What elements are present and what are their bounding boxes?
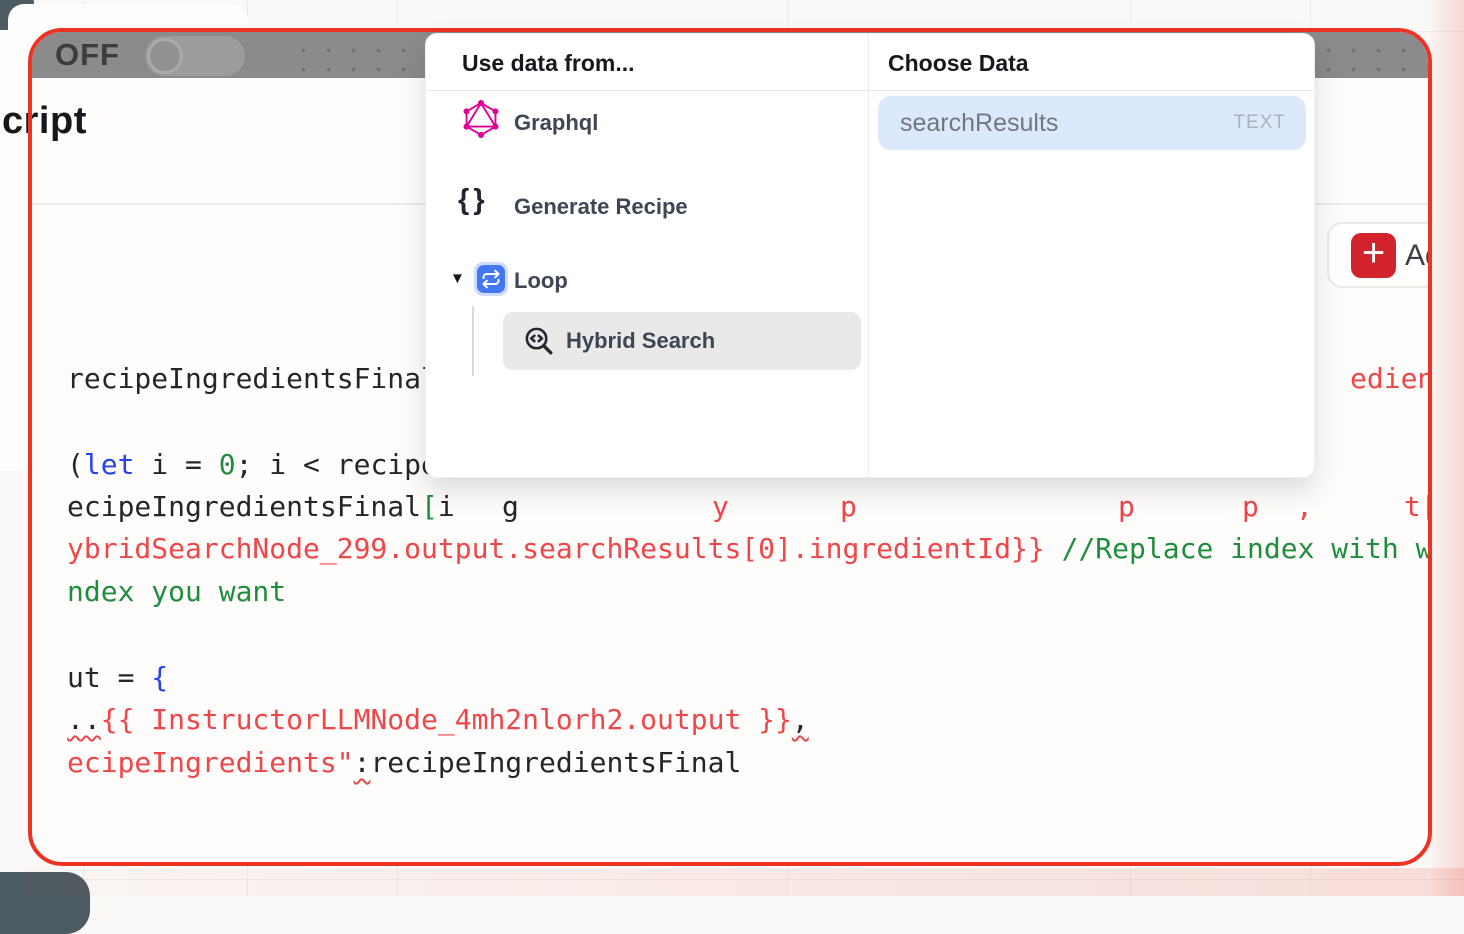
code-line: edients	[1350, 362, 1432, 396]
use-data-from-header: Use data from...	[462, 50, 635, 77]
code-segment: p	[1242, 490, 1259, 523]
code-line: ..{{ InstructorLLMNode_4mh2nlorh2.output…	[67, 703, 809, 737]
code-line: (let i = 0; i < recipe	[67, 448, 438, 482]
search-code-icon	[523, 325, 554, 356]
code-segment: i =	[134, 448, 218, 481]
loop-icon	[474, 262, 508, 296]
code-segment: p	[840, 490, 857, 523]
code-segment: {	[151, 661, 168, 694]
code-segment: [	[421, 490, 438, 523]
code-segment: :	[354, 746, 371, 779]
source-item-graphql[interactable]: Graphql	[514, 110, 598, 136]
code-segment: ecipeIngredients"	[67, 746, 354, 779]
source-item-generate-recipe[interactable]: Generate Recipe	[514, 194, 688, 220]
code-segment: ,	[792, 703, 809, 736]
data-picker-popover: Use data from... Choose Data Graphql { }…	[425, 33, 1315, 478]
red-veil-right	[1431, 0, 1464, 896]
popover-header-divider	[426, 90, 1314, 91]
code-line: ndex you want	[67, 575, 286, 609]
code-segment: ..	[67, 703, 101, 736]
code-line: p	[840, 490, 857, 524]
code-line: p	[1118, 490, 1135, 524]
code-line: ecipeIngredients":recipeIngredientsFinal	[67, 746, 741, 780]
code-line: ecipeIngredientsFinal[i	[67, 490, 455, 524]
code-segment: ybridSearchNode_299.output.searchResults…	[67, 532, 1045, 565]
code-segment: ut =	[67, 661, 151, 694]
code-segment: t[i].	[1404, 490, 1432, 523]
red-veil-bottom	[24, 868, 1464, 896]
code-segment: let	[84, 448, 135, 481]
code-segment: recipeIngredientsFinal	[370, 746, 741, 779]
code-segment: recipeIngredientsFinal	[67, 362, 438, 395]
code-segment: {{ InstructorLLMNode_4mh2nlorh2.output }…	[101, 703, 792, 736]
source-item-label: Hybrid Search	[566, 328, 715, 354]
graphql-icon	[462, 100, 500, 138]
source-item-loop[interactable]: Loop	[514, 268, 568, 294]
code-line: ut = {	[67, 661, 168, 695]
code-segment: //Replace index with wha	[1045, 532, 1432, 565]
code-segment: g	[502, 490, 519, 523]
data-item-searchresults[interactable]: searchResults TEXT	[878, 96, 1306, 150]
code-segment: ecipeIngredientsFinal	[67, 490, 421, 523]
panel-card-edge	[0, 30, 28, 470]
data-item-type-badge: TEXT	[1233, 112, 1286, 134]
code-segment: ; i < recipe	[236, 448, 438, 481]
code-line: y	[712, 490, 729, 524]
code-segment: p	[1118, 490, 1135, 523]
braces-icon: { }	[458, 184, 483, 217]
tree-indent-line	[472, 306, 474, 376]
data-item-label: searchResults	[900, 109, 1058, 138]
code-line: p	[1242, 490, 1259, 524]
popover-column-divider	[868, 34, 869, 477]
code-segment: i	[438, 490, 455, 523]
choose-data-header: Choose Data	[888, 50, 1029, 77]
source-item-hybrid-search[interactable]: Hybrid Search	[503, 312, 861, 370]
code-line: t[i].	[1404, 490, 1432, 524]
code-line: recipeIngredientsFinal	[67, 362, 438, 396]
code-line: g	[502, 490, 519, 524]
code-segment: edients	[1350, 362, 1432, 395]
code-segment: ndex you want	[67, 575, 286, 608]
code-line: ybridSearchNode_299.output.searchResults…	[67, 532, 1432, 566]
chevron-expand-icon[interactable]: ▼	[450, 270, 465, 287]
code-segment: (	[67, 448, 84, 481]
code-segment: 0	[219, 448, 236, 481]
code-segment: ,	[1296, 490, 1313, 523]
code-segment: y	[712, 490, 729, 523]
code-line: ,	[1296, 490, 1313, 524]
